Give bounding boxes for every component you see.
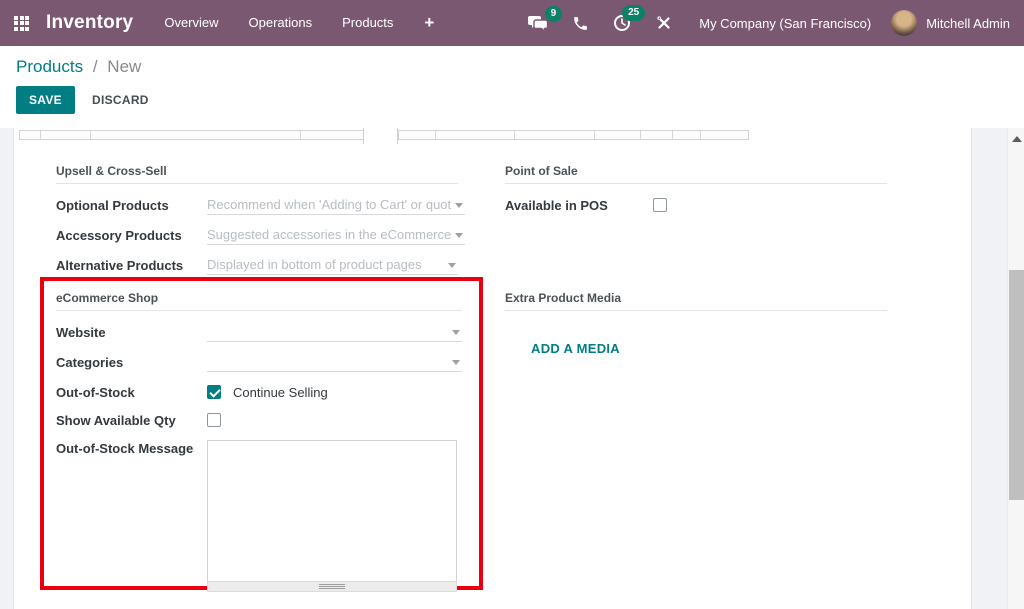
menu-item-products[interactable]: Products — [327, 0, 408, 46]
chevron-down-icon — [452, 360, 460, 365]
field-row-optional-products: Optional Products Recommend when 'Adding… — [56, 197, 458, 215]
messages-icon[interactable]: 9 — [516, 15, 560, 32]
group-title-media: Extra Product Media — [505, 291, 887, 311]
field-label: Accessory Products — [56, 227, 207, 243]
field-placeholder — [207, 324, 462, 339]
chevron-down-icon — [452, 330, 460, 335]
group-extra-product-media: Extra Product Media ADD A MEDIA — [505, 291, 887, 358]
field-placeholder — [207, 354, 462, 369]
field-label: Optional Products — [56, 197, 207, 213]
alternative-products-field[interactable]: Displayed in bottom of product pages — [207, 257, 458, 275]
field-label: Website — [56, 324, 207, 340]
notebook-tab-stub[interactable] — [19, 130, 41, 140]
menu-item-overview[interactable]: Overview — [149, 0, 233, 46]
notebook-tab-stub[interactable] — [435, 130, 515, 140]
apps-menu-icon[interactable] — [14, 16, 29, 31]
field-placeholder: Suggested accessories in the eCommerce — [207, 227, 465, 242]
field-placeholder: Recommend when 'Adding to Cart' or quot — [207, 197, 465, 212]
page-gutter-right — [971, 128, 1007, 609]
notebook-tab-stub[interactable] — [594, 130, 641, 140]
highlight-box: eCommerce Shop Website Categories Out-of… — [40, 277, 483, 590]
app-brand[interactable]: Inventory — [46, 12, 133, 34]
menu-item-plus[interactable]: + — [408, 13, 450, 33]
field-row-out-of-stock: Out-of-Stock Continue Selling — [56, 384, 462, 400]
field-label: Out-of-Stock Message — [56, 440, 207, 456]
field-row-categories: Categories — [56, 354, 462, 372]
field-row-show-available-qty: Show Available Qty — [56, 412, 462, 428]
activities-clock-icon[interactable]: 25 — [601, 14, 643, 32]
chevron-down-icon — [455, 233, 463, 238]
continue-selling-label: Continue Selling — [233, 384, 328, 400]
notebook-tab-stub[interactable] — [640, 130, 673, 140]
notebook-tab-stub[interactable] — [90, 130, 301, 140]
group-ecommerce-shop: eCommerce Shop Website Categories Out-of… — [44, 281, 479, 592]
form-sheet: Upsell & Cross-Sell Optional Products Re… — [0, 128, 1024, 609]
continue-selling-checkbox[interactable] — [207, 385, 221, 399]
field-row-available-in-pos: Available in POS — [505, 197, 887, 213]
scroll-up-arrow-icon[interactable] — [1012, 136, 1022, 142]
control-panel: Products / New SAVE DISCARD — [0, 46, 1024, 128]
field-label: Categories — [56, 354, 207, 370]
group-upsell: Upsell & Cross-Sell Optional Products Re… — [56, 164, 458, 287]
notebook-tab-stub[interactable] — [672, 130, 701, 140]
phone-icon[interactable] — [560, 15, 601, 32]
notebook-tab-stub[interactable] — [700, 130, 749, 140]
website-field[interactable] — [207, 324, 462, 342]
notebook-tab-stub[interactable] — [40, 130, 91, 140]
field-row-out-of-stock-message: Out-of-Stock Message — [56, 440, 462, 592]
group-title-ecommerce: eCommerce Shop — [56, 291, 462, 311]
field-label: Alternative Products — [56, 257, 207, 273]
categories-field[interactable] — [207, 354, 462, 372]
breadcrumb-separator: / — [93, 57, 98, 76]
scrollbar-thumb[interactable] — [1009, 270, 1024, 500]
optional-products-field[interactable]: Recommend when 'Adding to Cart' or quot — [207, 197, 465, 215]
show-available-qty-checkbox[interactable] — [207, 413, 221, 427]
main-menu: Overview Operations Products + — [149, 0, 450, 46]
vertical-scrollbar[interactable] — [1007, 128, 1024, 609]
textarea-resize-bar[interactable] — [207, 581, 457, 592]
group-point-of-sale: Point of Sale Available in POS — [505, 164, 887, 225]
chevron-down-icon — [455, 203, 463, 208]
field-row-website: Website — [56, 324, 462, 342]
top-navbar: Inventory Overview Operations Products +… — [0, 0, 1024, 46]
field-row-accessory-products: Accessory Products Suggested accessories… — [56, 227, 458, 245]
field-label: Show Available Qty — [56, 412, 207, 428]
out-of-stock-message-group — [207, 440, 457, 592]
notebook-tab-stub[interactable] — [398, 130, 436, 140]
discard-button[interactable]: DISCARD — [92, 93, 149, 107]
user-avatar[interactable] — [891, 10, 917, 36]
user-name[interactable]: Mitchell Admin — [926, 16, 1010, 31]
resize-grip-icon — [319, 584, 345, 589]
available-in-pos-checkbox[interactable] — [653, 198, 667, 212]
save-button[interactable]: SAVE — [16, 86, 75, 114]
add-a-media-button[interactable]: ADD A MEDIA — [531, 341, 620, 356]
field-row-alternative-products: Alternative Products Displayed in bottom… — [56, 257, 458, 275]
group-title-pos: Point of Sale — [505, 164, 887, 184]
field-placeholder: Displayed in bottom of product pages — [207, 257, 458, 272]
field-label: Out-of-Stock — [56, 384, 207, 400]
company-switcher[interactable]: My Company (San Francisco) — [699, 16, 871, 31]
notebook-tab-active[interactable] — [363, 128, 398, 144]
field-label: Available in POS — [505, 197, 653, 213]
notebook-tab-stub[interactable] — [514, 130, 595, 140]
chevron-down-icon — [448, 263, 456, 268]
notebook-tab-stub[interactable] — [300, 130, 364, 140]
breadcrumb: Products / New — [16, 57, 1008, 77]
page-gutter-left — [0, 128, 14, 609]
control-panel-buttons: SAVE DISCARD — [16, 86, 1008, 114]
breadcrumb-products[interactable]: Products — [16, 57, 83, 76]
out-of-stock-message-textarea[interactable] — [207, 440, 457, 581]
breadcrumb-current: New — [107, 57, 141, 76]
accessory-products-field[interactable]: Suggested accessories in the eCommerce — [207, 227, 465, 245]
systray: 9 25 My Company (San Francisco) Mitchell — [516, 10, 1010, 36]
tools-icon[interactable] — [643, 14, 685, 32]
activities-badge: 25 — [622, 5, 645, 21]
menu-item-operations[interactable]: Operations — [234, 0, 328, 46]
group-title-upsell: Upsell & Cross-Sell — [56, 164, 458, 184]
